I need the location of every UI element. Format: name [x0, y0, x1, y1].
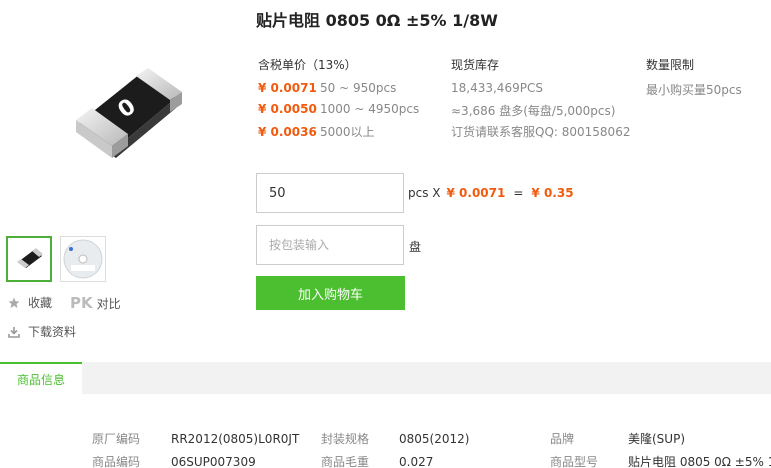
price-tier: ¥ 0.0071 50 ~ 950pcs [258, 81, 396, 95]
product-title: 贴片电阻 0805 0Ω ±5% 1/8W [256, 11, 498, 30]
favorite-label: 收藏 [28, 296, 53, 310]
spec-package: 封装规格 0805(2012) [321, 430, 469, 447]
limit-header: 数量限制 [646, 58, 695, 72]
spec-label: 原厂编码 [92, 432, 141, 446]
total-price: ¥ 0.35 [531, 186, 574, 200]
equals-sign: = [513, 186, 524, 200]
tier-price: ¥ 0.0071 [258, 81, 317, 95]
tier-qty: 5000以上 [320, 125, 375, 139]
limit-text: 最小购买量50pcs [646, 83, 742, 97]
tier-qty: 50 ~ 950pcs [320, 81, 397, 95]
spec-value: 06SUP007309 [171, 455, 256, 468]
spec-product-code: 商品编码 06SUP007309 [92, 453, 256, 468]
stock-header: 现货库存 [451, 58, 500, 72]
spec-value: 美隆(SUP) [628, 432, 686, 446]
spec-brand: 品牌 美隆(SUP) [550, 430, 685, 447]
spec-value: 0.027 [399, 455, 434, 468]
stock-reels: ≈3,686 盘多(每盘/5,000pcs) [451, 104, 616, 118]
stock-amount: 18,433,469PCS [451, 81, 543, 95]
thumbnail-resistor[interactable] [6, 236, 52, 282]
pk-icon: PK [70, 294, 93, 312]
tier-price: ¥ 0.0050 [258, 102, 317, 116]
spec-label: 商品毛重 [321, 455, 370, 468]
price-header: 含税单价（13%） [258, 58, 357, 72]
compare-label: 对比 [96, 296, 121, 311]
tier-qty: 1000 ~ 4950pcs [320, 102, 420, 116]
spec-label: 商品编码 [92, 455, 141, 468]
product-main-image: 0 [64, 58, 194, 168]
stock-contact: 订货请联系客服QQ: 800158062 [451, 125, 631, 139]
price-calculation: pcs X ¥ 0.0071 = ¥ 0.35 [408, 186, 574, 200]
price-tier: ¥ 0.0036 5000以上 [258, 123, 375, 140]
pack-quantity-input[interactable] [256, 225, 404, 265]
tier-price: ¥ 0.0036 [258, 125, 317, 139]
info-tabbar: 商品信息 [0, 362, 771, 394]
pack-unit: 盘 [409, 240, 422, 254]
download-icon [6, 324, 22, 340]
favorite-action[interactable]: 收藏 [6, 294, 52, 311]
spec-label: 商品型号 [550, 455, 599, 468]
tab-product-info[interactable]: 商品信息 [0, 362, 82, 394]
add-to-cart-button[interactable]: 加入购物车 [256, 276, 405, 310]
spec-mfr-code: 原厂编码 RR2012(0805)L0R0JT [92, 430, 299, 447]
quantity-input[interactable] [256, 173, 404, 213]
compare-action[interactable]: PK 对比 [70, 294, 121, 312]
spec-value: RR2012(0805)L0R0JT [171, 432, 300, 446]
spec-label: 封装规格 [321, 432, 370, 446]
spec-model: 商品型号 贴片电阻 0805 0Ω ±5% 1/. [550, 453, 771, 468]
download-action[interactable]: 下载资料 [6, 323, 76, 340]
quantity-unit: pcs X [408, 186, 441, 200]
thumbnail-reel[interactable] [60, 236, 106, 282]
unit-price: ¥ 0.0071 [446, 186, 506, 200]
star-icon [6, 295, 22, 311]
download-label: 下载资料 [28, 325, 77, 339]
spec-value: 0805(2012) [399, 432, 470, 446]
price-tier: ¥ 0.0050 1000 ~ 4950pcs [258, 102, 419, 116]
spec-weight: 商品毛重 0.027 [321, 453, 433, 468]
spec-label: 品牌 [550, 432, 575, 446]
spec-value: 贴片电阻 0805 0Ω ±5% 1/. [628, 455, 771, 468]
